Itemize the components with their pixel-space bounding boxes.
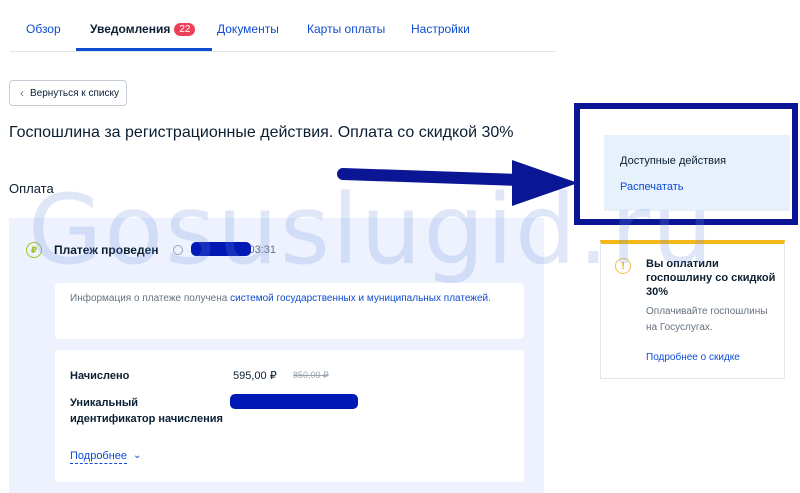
details-more-link[interactable]: Подробнее xyxy=(70,450,128,464)
tab-notifications-label: Уведомления xyxy=(90,22,171,36)
annotation-highlight-frame: Доступные действия Распечатать xyxy=(574,103,798,225)
info-text-end: . xyxy=(488,293,491,304)
uid-label-line1: Уникальный xyxy=(70,397,139,409)
tab-settings[interactable]: Настройки xyxy=(411,22,470,36)
discount-more-link[interactable]: Подробнее о скидке xyxy=(646,352,740,363)
discount-title: Вы оплатили госпошлину со скидкой 30% xyxy=(646,258,776,298)
clock-icon xyxy=(172,245,183,255)
gis-gmp-link[interactable]: системой государственных и муниципальных… xyxy=(230,293,488,304)
available-actions-title: Доступные действия xyxy=(620,155,727,167)
charged-amount: 595,00 ₽ xyxy=(233,370,277,382)
tab-documents[interactable]: Документы xyxy=(217,22,279,36)
chevron-down-icon[interactable]: ⌄ xyxy=(133,450,141,461)
payment-time: 03:31 xyxy=(248,244,277,256)
available-actions-panel: Доступные действия Распечатать xyxy=(604,135,790,211)
page-title: Госпошлина за регистрационные действия. … xyxy=(9,124,514,141)
info-text: Информация о платеже получена xyxy=(70,293,231,304)
redacted-uid xyxy=(230,394,358,409)
back-button-label: Вернуться к списку xyxy=(30,87,119,99)
charged-label: Начислено xyxy=(70,370,130,382)
notification-count-badge: 22 xyxy=(174,23,196,36)
active-tab-indicator xyxy=(76,48,212,51)
redacted-date xyxy=(191,242,251,256)
warning-icon: ! xyxy=(615,258,631,274)
chevron-left-icon: ‹ xyxy=(20,86,24,100)
section-label: Оплата xyxy=(9,181,54,196)
discount-text: Оплачивайте госпошлины на Госуслугах. xyxy=(646,306,768,333)
tab-payment-cards[interactable]: Карты оплаты xyxy=(307,22,385,36)
payment-info-card: Информация о платеже получена системой г… xyxy=(55,283,524,339)
payment-status: Платеж проведен xyxy=(54,243,159,257)
back-to-list-button[interactable]: ‹ Вернуться к списку xyxy=(9,80,127,106)
tab-notifications[interactable]: Уведомления 22 xyxy=(90,22,196,36)
discount-info-card: ! Вы оплатили госпошлину со скидкой 30% … xyxy=(600,240,785,379)
tab-overview[interactable]: Обзор xyxy=(26,22,61,36)
uid-label-line2: идентификатор начисления xyxy=(70,413,223,425)
print-link[interactable]: Распечатать xyxy=(620,181,683,193)
charge-details-card: Начислено 595,00 ₽ 850,00 ₽ Уникальный и… xyxy=(55,350,524,482)
ruble-icon: ₽ xyxy=(26,242,42,258)
original-amount: 850,00 ₽ xyxy=(293,370,329,380)
tab-bar: Обзор Уведомления 22 Документы Карты опла… xyxy=(10,0,556,52)
